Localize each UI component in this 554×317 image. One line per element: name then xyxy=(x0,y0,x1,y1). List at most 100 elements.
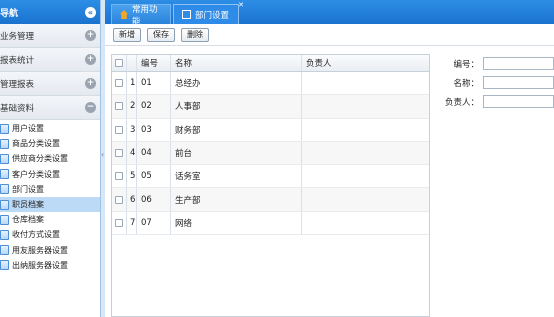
document-icon xyxy=(182,10,191,19)
cell-code: 03 xyxy=(137,118,171,141)
detail-form: 编号： 名称： 负责人： xyxy=(430,54,554,111)
row-checkbox[interactable] xyxy=(112,72,127,95)
name-field[interactable] xyxy=(483,76,554,89)
code-label: 编号： xyxy=(453,59,479,70)
manager-label: 负责人： xyxy=(444,97,479,108)
sidebar-item-payment-method[interactable]: 收付方式设置 xyxy=(0,227,100,242)
row-checkbox[interactable] xyxy=(112,211,127,235)
nav-group-label: 管理报表 xyxy=(0,79,35,90)
home-icon xyxy=(120,10,128,19)
sidebar-item-supplier-category[interactable]: 供应商分类设置 xyxy=(0,151,100,166)
collapse-minus-icon[interactable]: − xyxy=(85,102,96,113)
row-checkbox[interactable] xyxy=(112,95,127,118)
checkbox-icon xyxy=(115,195,123,204)
sidebar-item-label: 收付方式设置 xyxy=(12,230,60,240)
sidebar-item-user-settings[interactable]: 用户设置 xyxy=(0,121,100,136)
save-button[interactable]: 保存 xyxy=(147,27,175,42)
row-number: 3 xyxy=(127,118,137,141)
sidebar-item-employee[interactable]: 职员档案 xyxy=(0,196,100,213)
delete-button[interactable]: 删除 xyxy=(181,27,209,42)
name-label: 名称： xyxy=(453,78,479,89)
tab-home[interactable]: 常用功能 xyxy=(111,4,171,27)
row-checkbox[interactable] xyxy=(112,141,127,165)
form-row-manager: 负责人： xyxy=(430,92,554,111)
column-header-code[interactable]: 编号 xyxy=(137,55,171,71)
row-checkbox[interactable] xyxy=(112,165,127,188)
sidebar-item-cashier-server[interactable]: 出纳服务器设置 xyxy=(0,258,100,273)
sidebar-item-customer-category[interactable]: 客户分类设置 xyxy=(0,167,100,182)
form-row-name: 名称： xyxy=(430,73,554,92)
nav-title: 导航 xyxy=(0,8,19,19)
checkbox-icon xyxy=(115,172,123,181)
close-icon[interactable]: ✕ xyxy=(238,1,244,9)
collapse-sidebar-icon[interactable]: « xyxy=(85,6,96,18)
expand-plus-icon[interactable]: + xyxy=(85,78,96,89)
sidebar-item-warehouse[interactable]: 仓库档案 xyxy=(0,212,100,227)
tab-bar: 常用功能 部门设置 ✕ xyxy=(105,0,554,27)
row-number: 1 xyxy=(127,72,137,95)
nav-group-label: 报表统计 xyxy=(0,55,35,66)
sidebar-item-label: 部门设置 xyxy=(12,184,44,194)
checkbox-icon xyxy=(115,79,123,88)
sidebar-item-label: 仓库档案 xyxy=(12,215,44,225)
cell-manager xyxy=(302,212,420,234)
checkbox-icon xyxy=(115,218,123,227)
tab-department-settings[interactable]: 部门设置 ✕ xyxy=(173,1,244,24)
table-row[interactable]: 7 07 网络 xyxy=(112,211,429,236)
new-button[interactable]: 新增 xyxy=(113,27,141,42)
table-row[interactable]: 2 02 人事部 xyxy=(112,95,429,119)
nav-group-business[interactable]: 业务管理 + xyxy=(0,24,100,48)
sidebar-item-label: 用友服务器设置 xyxy=(12,245,68,255)
table-row[interactable]: 6 06 生产部 xyxy=(112,188,429,212)
sidebar-item-product-category[interactable]: 商品分类设置 xyxy=(0,136,100,151)
column-header-name[interactable]: 名称 xyxy=(171,55,302,71)
main-panel: 常用功能 部门设置 ✕ 新增 保存 删除 编号 名称 负责人 1 01 总经办 xyxy=(105,0,554,317)
document-icon xyxy=(0,138,9,149)
document-icon xyxy=(0,214,9,225)
row-number: 4 xyxy=(127,141,137,165)
cell-manager xyxy=(302,95,420,117)
table-row[interactable]: 4 04 前台 xyxy=(112,141,429,166)
row-checkbox[interactable] xyxy=(112,118,127,141)
sidebar-item-label: 用户设置 xyxy=(12,124,44,134)
nav-group-reports[interactable]: 报表统计 + xyxy=(0,48,100,72)
document-icon xyxy=(0,229,9,240)
table-row[interactable]: 5 05 话务室 xyxy=(112,165,429,189)
nav-group-basic-data[interactable]: 基础资料 − xyxy=(0,96,100,120)
checkbox-icon xyxy=(115,102,123,111)
manager-field[interactable] xyxy=(483,95,554,108)
cell-code: 05 xyxy=(137,165,171,188)
header-rownum xyxy=(127,55,137,71)
cell-name: 前台 xyxy=(171,141,302,165)
row-checkbox[interactable] xyxy=(112,188,127,211)
column-header-manager[interactable]: 负责人 xyxy=(302,55,420,71)
nav-group-management-reports[interactable]: 管理报表 + xyxy=(0,72,100,96)
table-row[interactable]: 3 03 财务部 xyxy=(112,118,429,142)
cell-name: 网络 xyxy=(171,211,302,235)
cell-code: 07 xyxy=(137,211,171,235)
select-all-checkbox[interactable] xyxy=(112,55,127,71)
checkbox-icon xyxy=(115,125,123,134)
document-icon xyxy=(0,260,9,271)
cell-name: 总经办 xyxy=(171,72,302,95)
sidebar-item-label: 出纳服务器设置 xyxy=(12,260,68,270)
cell-manager xyxy=(302,188,420,210)
cell-name: 生产部 xyxy=(171,188,302,211)
table-row[interactable]: 1 01 总经办 xyxy=(112,72,429,96)
cell-name: 人事部 xyxy=(171,95,302,118)
checkbox-icon xyxy=(115,59,123,67)
sidebar-item-yonyou-server[interactable]: 用友服务器设置 xyxy=(0,243,100,258)
sidebar-item-department[interactable]: 部门设置 xyxy=(0,182,100,197)
expand-plus-icon[interactable]: + xyxy=(85,30,96,41)
nav-tree: 用户设置 商品分类设置 供应商分类设置 客户分类设置 部门设置 职员档案 仓库档… xyxy=(0,120,100,273)
row-number: 6 xyxy=(127,188,137,211)
splitter-handle-icon[interactable]: ‹ xyxy=(101,150,104,159)
tab-label: 常用功能 xyxy=(131,4,158,27)
sidebar-item-label: 商品分类设置 xyxy=(12,139,60,149)
code-field[interactable] xyxy=(483,57,554,70)
row-number: 7 xyxy=(127,211,137,235)
expand-plus-icon[interactable]: + xyxy=(85,54,96,65)
row-number: 2 xyxy=(127,95,137,118)
document-icon xyxy=(0,199,9,210)
cell-code: 01 xyxy=(137,72,171,95)
